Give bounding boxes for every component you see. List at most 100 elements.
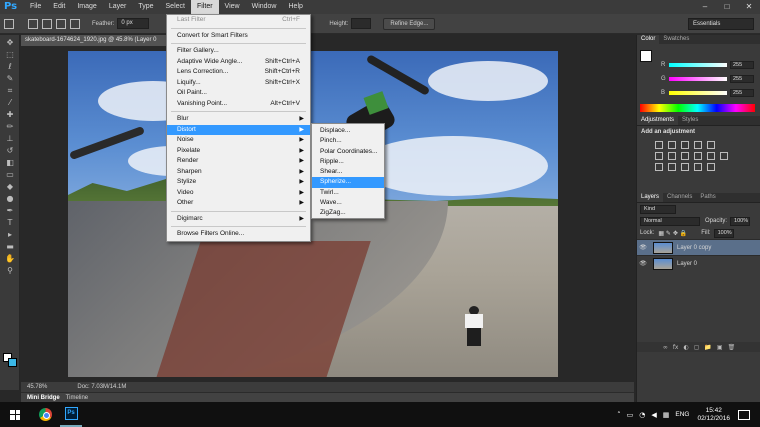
blend-mode-select[interactable]: Normal <box>640 216 700 226</box>
menu-item-blur[interactable]: Blur ▶ <box>167 114 310 125</box>
link-layers-icon[interactable]: ∞ <box>663 344 668 351</box>
color-balance-icon[interactable] <box>668 152 676 160</box>
selective-color-icon[interactable] <box>707 163 715 171</box>
lasso-tool-icon[interactable]: ℓ <box>3 62 17 71</box>
shape-tool-icon[interactable]: ▬ <box>3 242 17 251</box>
delete-layer-icon[interactable]: 🗑 <box>728 344 736 351</box>
maximize-button[interactable]: □ <box>716 0 738 14</box>
new-selection-icon[interactable] <box>28 18 38 29</box>
menu-item-convert-smart-filters[interactable]: Convert for Smart Filters <box>167 31 310 42</box>
start-button[interactable] <box>0 402 30 427</box>
menu-item-video[interactable]: Video ▶ <box>167 188 310 199</box>
levels-icon[interactable] <box>668 141 676 149</box>
lock-icons[interactable]: ▦ ✎ ✥ 🔒 <box>658 230 687 237</box>
stamp-tool-icon[interactable]: ⊥ <box>3 134 17 143</box>
chevron-up-icon[interactable]: ˄ <box>617 411 621 419</box>
menu-item-sharpen[interactable]: Sharpen ▶ <box>167 167 310 178</box>
move-tool-icon[interactable]: ✥ <box>3 38 17 47</box>
notification-icon[interactable] <box>738 409 750 420</box>
curves-icon[interactable] <box>681 141 689 149</box>
menu-item-adaptive-wide-angle[interactable]: Adaptive Wide Angle... Shift+Ctrl+A <box>167 57 310 68</box>
color-spectrum[interactable] <box>640 104 755 112</box>
menu-select[interactable]: Select <box>160 0 191 14</box>
menu-item-last-filter[interactable]: Last Filter Ctrl+F <box>167 15 310 26</box>
vibrance-icon[interactable] <box>707 141 715 149</box>
tab-mini-bridge[interactable]: Mini Bridge <box>27 395 60 401</box>
submenu-item-spherize[interactable]: Spherize... <box>312 177 384 188</box>
tab-adjustments[interactable]: Adjustments <box>637 116 679 125</box>
eye-icon[interactable]: 👁 <box>637 244 649 251</box>
tab-paths[interactable]: Paths <box>696 193 719 202</box>
red-slider[interactable]: R 255 <box>661 60 757 69</box>
blue-slider[interactable]: B 255 <box>661 88 757 97</box>
blue-slider-bar[interactable] <box>669 90 727 95</box>
eye-icon[interactable]: 👁 <box>637 260 649 267</box>
dodge-tool-icon[interactable]: ● <box>3 194 17 203</box>
document-tab[interactable]: skateboard-1674624_1920.jpg @ 45.8% (Lay… <box>21 35 171 46</box>
battery-icon[interactable]: ▭ <box>627 411 634 419</box>
submenu-item-twirl[interactable]: Twirl... <box>312 188 384 198</box>
clock[interactable]: 15:42 02/12/2016 <box>697 407 730 423</box>
new-layer-icon[interactable]: ▣ <box>717 344 723 351</box>
menu-type[interactable]: Type <box>132 0 159 14</box>
menu-item-oil-paint[interactable]: Oil Paint... <box>167 88 310 99</box>
gradient-tool-icon[interactable]: ▭ <box>3 170 17 179</box>
layer-row[interactable]: 👁 Layer 0 <box>637 255 760 271</box>
feather-input[interactable]: 0 px <box>117 18 150 29</box>
menu-item-liquify[interactable]: Liquify... Shift+Ctrl+X <box>167 78 310 89</box>
channel-mixer-icon[interactable] <box>707 152 715 160</box>
hue-saturation-icon[interactable] <box>655 152 663 160</box>
refine-edge-button[interactable]: Refine Edge... <box>383 17 436 30</box>
threshold-icon[interactable] <box>681 163 689 171</box>
layer-style-icon[interactable]: fx <box>673 344 679 351</box>
keyboard-icon[interactable]: ▦ <box>663 411 670 419</box>
green-value[interactable]: 255 <box>730 74 754 83</box>
intersect-selection-icon[interactable] <box>70 18 80 29</box>
pen-tool-icon[interactable]: ✒ <box>3 206 17 215</box>
chrome-taskbar-button[interactable] <box>34 402 56 427</box>
menu-window[interactable]: Window <box>246 0 283 14</box>
submenu-item-zigzag[interactable]: ZigZag... <box>312 208 384 218</box>
tab-timeline[interactable]: Timeline <box>66 395 88 401</box>
submenu-item-wave[interactable]: Wave... <box>312 198 384 208</box>
network-icon[interactable]: ◔ <box>639 411 645 419</box>
blue-value[interactable]: 255 <box>730 88 754 97</box>
eyedropper-tool-icon[interactable]: ⁄ <box>3 98 17 107</box>
kind-filter-select[interactable]: Kind <box>640 204 676 214</box>
doc-size[interactable]: Doc: 7.03M/14.1M <box>77 384 126 390</box>
background-color-swatch[interactable] <box>8 358 17 367</box>
layer-mask-icon[interactable]: ▢ <box>694 344 700 351</box>
workspace-select[interactable]: Essentials <box>688 18 754 30</box>
menu-filter[interactable]: Filter <box>190 0 219 14</box>
add-selection-icon[interactable] <box>42 18 52 29</box>
minimize-button[interactable]: – <box>694 0 716 14</box>
submenu-item-polar-coordinates[interactable]: Polar Coordinates... <box>312 147 384 157</box>
fill-input[interactable]: 100% <box>713 228 734 238</box>
eraser-tool-icon[interactable]: ◧ <box>3 158 17 167</box>
hand-tool-icon[interactable]: ✋ <box>3 254 17 263</box>
green-slider-bar[interactable] <box>669 76 727 81</box>
gradient-map-icon[interactable] <box>694 163 702 171</box>
history-brush-icon[interactable]: ↺ <box>3 146 17 155</box>
menu-item-pixelate[interactable]: Pixelate ▶ <box>167 146 310 157</box>
submenu-item-shear[interactable]: Shear... <box>312 167 384 177</box>
path-select-tool-icon[interactable]: ▸ <box>3 230 17 239</box>
menu-help[interactable]: Help <box>283 0 309 14</box>
color-lookup-icon[interactable] <box>720 152 728 160</box>
adjustment-layer-icon[interactable]: ◐ <box>683 344 688 351</box>
tab-layers[interactable]: Layers <box>637 193 664 202</box>
red-slider-bar[interactable] <box>669 62 727 67</box>
photoshop-taskbar-button[interactable]: Ps <box>60 402 82 427</box>
type-tool-icon[interactable]: T <box>3 218 17 227</box>
submenu-item-ripple[interactable]: Ripple... <box>312 157 384 167</box>
menu-layer[interactable]: Layer <box>103 0 133 14</box>
healing-tool-icon[interactable]: ✚ <box>3 110 17 119</box>
menu-item-filter-gallery[interactable]: Filter Gallery... <box>167 46 310 57</box>
language-indicator[interactable]: ENG <box>675 411 689 418</box>
crop-tool-icon[interactable]: ⌗ <box>3 86 17 95</box>
marquee-tool-icon[interactable]: ⬚ <box>3 50 17 59</box>
exposure-icon[interactable] <box>694 141 702 149</box>
menu-item-digimarc[interactable]: Digimarc ▶ <box>167 214 310 225</box>
menu-item-other[interactable]: Other ▶ <box>167 198 310 209</box>
quick-select-tool-icon[interactable]: ✎ <box>3 74 17 83</box>
